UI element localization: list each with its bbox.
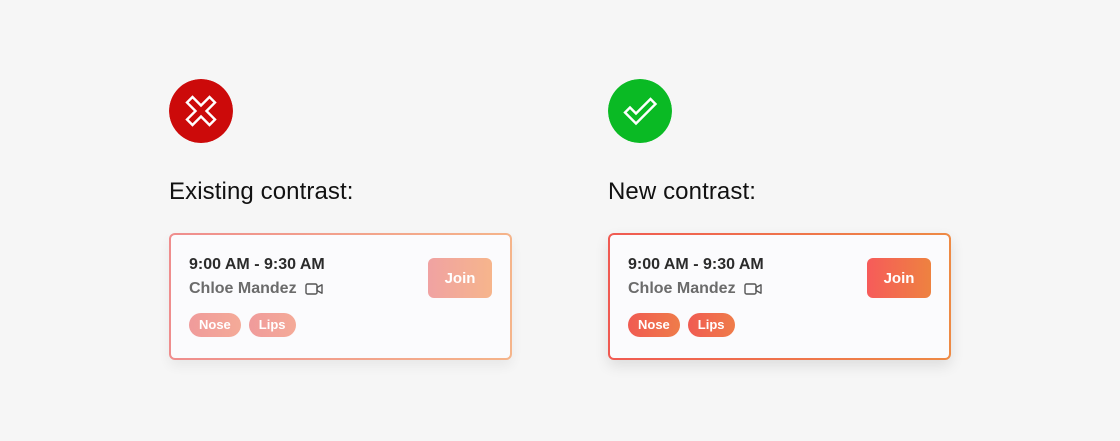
procedure-tags: Nose Lips xyxy=(189,313,296,337)
video-camera-icon xyxy=(304,283,323,295)
new-contrast-heading: New contrast: xyxy=(608,178,757,205)
appointment-card-new[interactable]: 9:00 AM - 9:30 AM Chloe Mandez Join Nose… xyxy=(608,233,951,360)
tag-nose: Nose xyxy=(189,313,241,337)
x-icon xyxy=(169,79,233,143)
appointment-time: 9:00 AM - 9:30 AM xyxy=(628,256,764,273)
join-button[interactable]: Join xyxy=(867,258,931,298)
patient-name: Chloe Mandez xyxy=(189,280,297,297)
appointment-card-existing[interactable]: 9:00 AM - 9:30 AM Chloe Mandez Join Nose… xyxy=(169,233,512,360)
tag-nose: Nose xyxy=(628,313,680,337)
patient-row: Chloe Mandez xyxy=(628,280,762,298)
appointment-card-body: 9:00 AM - 9:30 AM Chloe Mandez Join Nose… xyxy=(610,235,949,358)
tag-lips: Lips xyxy=(687,313,735,337)
new-contrast-panel: New contrast: 9:00 AM - 9:30 AM Chloe Ma… xyxy=(608,79,951,360)
video-camera-icon xyxy=(743,283,762,295)
tag-lips: Lips xyxy=(248,313,296,337)
join-button[interactable]: Join xyxy=(428,258,492,298)
appointment-card-body: 9:00 AM - 9:30 AM Chloe Mandez Join Nose… xyxy=(171,235,510,358)
existing-contrast-heading: Existing contrast: xyxy=(169,178,354,205)
existing-contrast-panel: Existing contrast: 9:00 AM - 9:30 AM Chl… xyxy=(169,79,512,360)
patient-row: Chloe Mandez xyxy=(189,280,323,298)
check-icon xyxy=(608,79,672,143)
procedure-tags: Nose Lips xyxy=(628,313,735,337)
appointment-time: 9:00 AM - 9:30 AM xyxy=(189,256,325,273)
patient-name: Chloe Mandez xyxy=(628,280,736,297)
